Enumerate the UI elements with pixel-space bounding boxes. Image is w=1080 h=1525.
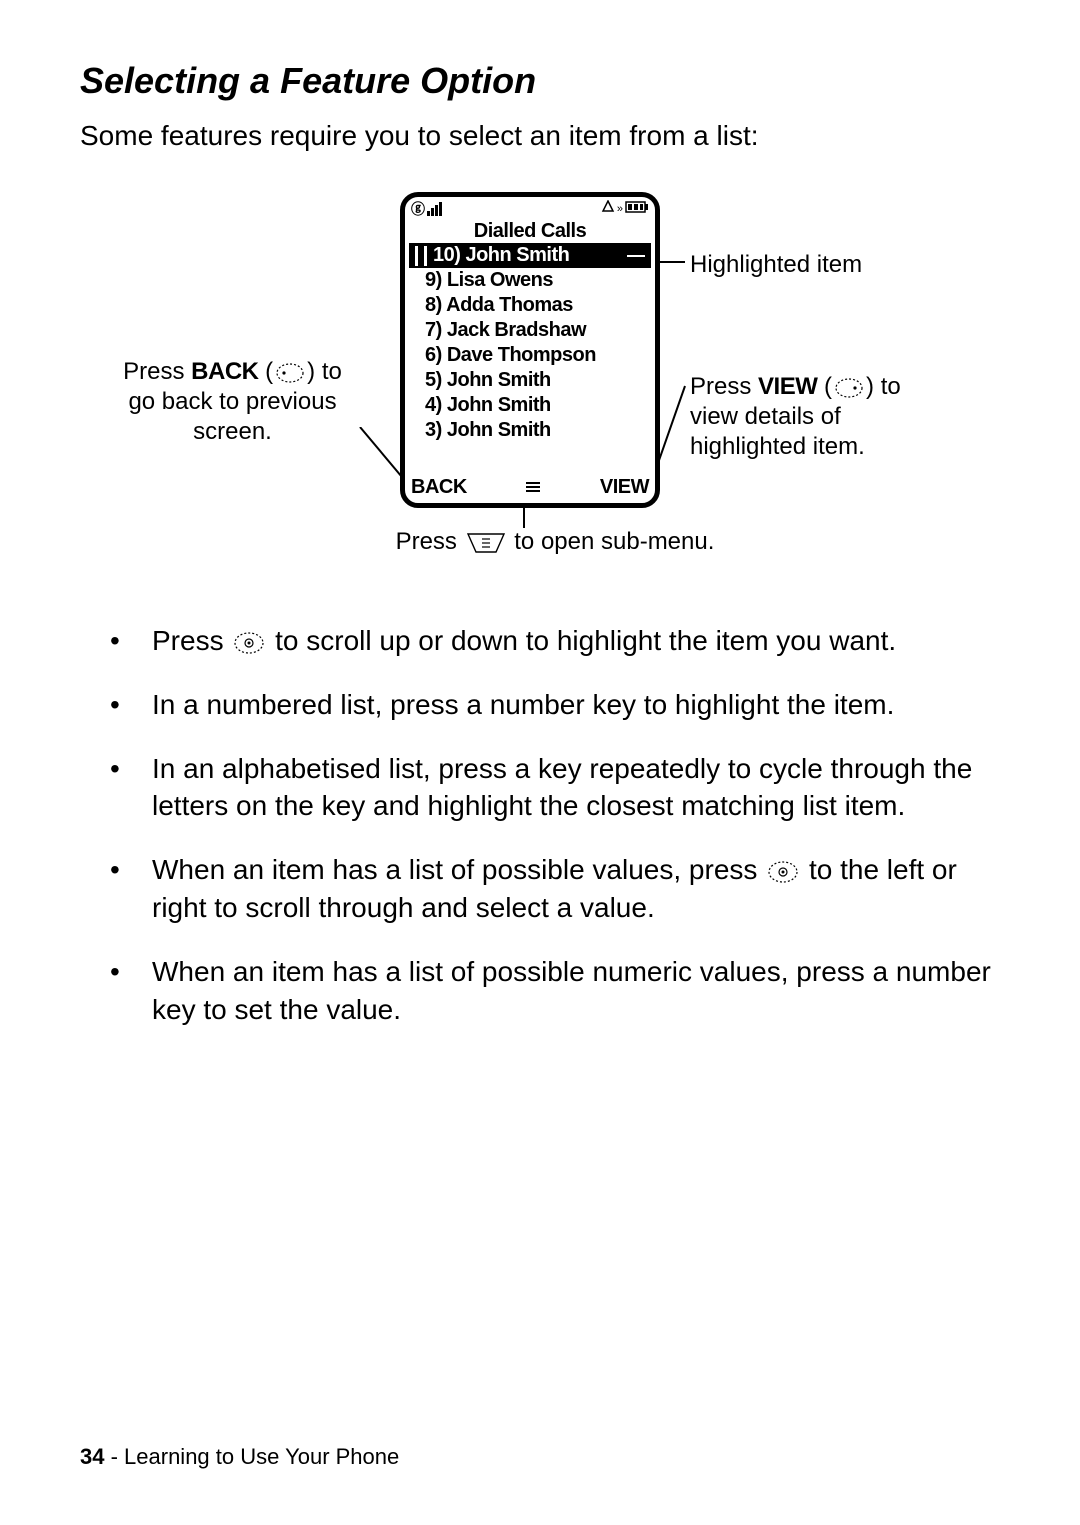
list-item[interactable]: 8) Adda Thomas	[409, 293, 651, 318]
phone-screen: ⓖ »	[400, 192, 660, 508]
list-item[interactable]: 10) John Smith	[409, 243, 651, 268]
instruction-list: Press to scroll up or down to highlight …	[80, 622, 1000, 1028]
bullet-item: In an alphabetised list, press a key rep…	[140, 750, 1000, 826]
callout-submenu: Press to open sub-menu.	[305, 527, 805, 557]
list-item[interactable]: 9) Lisa Owens	[409, 268, 651, 293]
callout-view: Press VIEW () to view details of highlig…	[690, 372, 950, 462]
list-item[interactable]: 5) John Smith	[409, 368, 651, 393]
intro-text: Some features require you to select an i…	[80, 120, 1000, 152]
list-item[interactable]: 3) John Smith	[409, 418, 651, 443]
screen-title: Dialled Calls	[405, 220, 655, 243]
softkey-view[interactable]: VIEW	[600, 476, 649, 499]
bullet-item: When an item has a list of possible nume…	[140, 953, 1000, 1029]
nav-right-icon	[834, 377, 864, 399]
list-item[interactable]: 4) John Smith	[409, 393, 651, 418]
gprs-icon: ⓖ	[411, 199, 425, 219]
list-item[interactable]: 6) Dave Thompson	[409, 343, 651, 368]
softkey-back[interactable]: BACK	[411, 476, 467, 499]
alert-icon	[601, 200, 615, 219]
menu-icon[interactable]	[526, 482, 540, 492]
status-bar: ⓖ »	[405, 197, 655, 219]
nav-left-icon	[275, 362, 305, 384]
bullet-item: Press to scroll up or down to highlight …	[140, 622, 1000, 660]
nav-center-icon	[767, 860, 799, 884]
callout-highlighted: Highlighted item	[690, 250, 862, 280]
list: 10) John Smith 9) Lisa Owens 8) Adda Tho…	[405, 243, 655, 443]
section-heading: Selecting a Feature Option	[80, 60, 1000, 102]
battery-icon	[625, 200, 649, 218]
menu-key-icon	[466, 532, 506, 554]
nav-center-icon	[233, 631, 265, 655]
callout-back: Press BACK () to go back to previous scr…	[110, 357, 355, 447]
phone-diagram: ⓖ »	[80, 192, 1000, 592]
list-item[interactable]: 7) Jack Bradshaw	[409, 318, 651, 343]
signal-icon	[427, 202, 442, 216]
page-footer: 34 - Learning to Use Your Phone	[80, 1444, 399, 1470]
bullet-item: In a numbered list, press a number key t…	[140, 686, 1000, 724]
bullet-item: When an item has a list of possible valu…	[140, 851, 1000, 927]
sound-icon: »	[617, 203, 623, 215]
